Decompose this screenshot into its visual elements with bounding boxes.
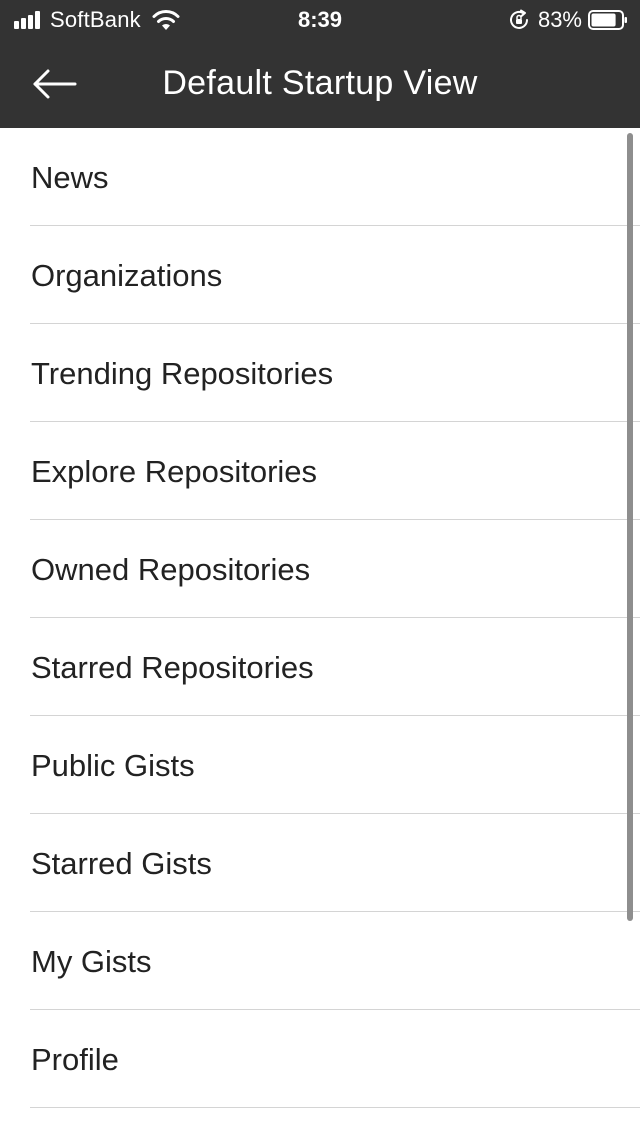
startup-view-list: News Organizations Trending Repositories… — [0, 128, 640, 1108]
list-item-public-gists[interactable]: Public Gists — [0, 716, 640, 814]
list-item-owned-repositories[interactable]: Owned Repositories — [0, 520, 640, 618]
list-item-starred-repositories[interactable]: Starred Repositories — [0, 618, 640, 716]
vertical-scrollbar[interactable] — [627, 133, 633, 921]
list-item-label: Profile — [31, 1042, 119, 1077]
battery-icon — [588, 10, 627, 30]
list-item-label: Starred Repositories — [31, 650, 314, 685]
list-item-label: News — [31, 160, 109, 195]
navigation-bar: Default Startup View — [0, 40, 640, 128]
battery-percentage: 83% — [537, 7, 582, 32]
list-item-explore-repositories[interactable]: Explore Repositories — [0, 422, 640, 520]
list-item-label: My Gists — [31, 944, 152, 979]
status-bar: SoftBank 8:39 83% — [0, 0, 640, 40]
list-item-organizations[interactable]: Organizations — [0, 226, 640, 324]
list-item-my-gists[interactable]: My Gists — [0, 912, 640, 1010]
list-item-news[interactable]: News — [0, 128, 640, 226]
list-item-profile[interactable]: Profile — [0, 1010, 640, 1108]
list-item-label: Public Gists — [31, 748, 195, 783]
divider — [30, 1107, 640, 1108]
list-item-starred-gists[interactable]: Starred Gists — [0, 814, 640, 912]
rotation-lock-icon — [509, 9, 528, 29]
list-item-trending-repositories[interactable]: Trending Repositories — [0, 324, 640, 422]
list-item-label: Explore Repositories — [31, 454, 318, 489]
list-item-label: Starred Gists — [31, 846, 212, 881]
status-right: 83% — [508, 0, 628, 40]
list-item-label: Owned Repositories — [31, 552, 311, 587]
page-title: Default Startup View — [162, 64, 478, 102]
list-item-label: Trending Repositories — [31, 356, 334, 391]
list-item-label: Organizations — [31, 258, 223, 293]
